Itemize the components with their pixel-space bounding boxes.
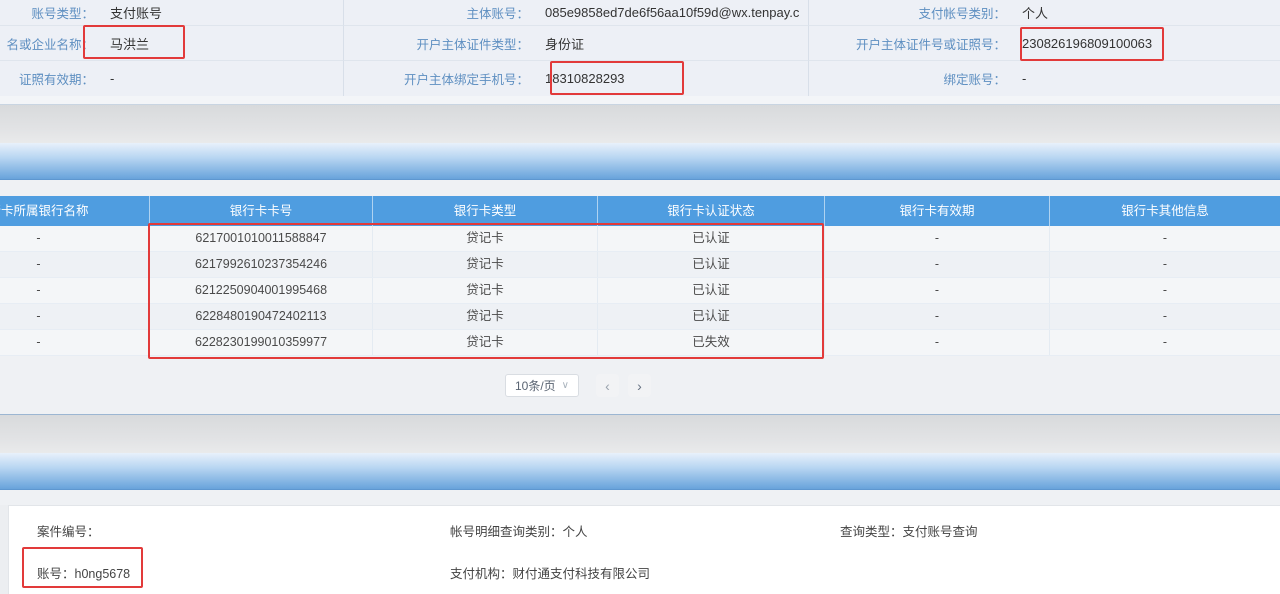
account-value: h0ng5678 bbox=[75, 567, 131, 581]
divider-band-blue-bottom bbox=[0, 453, 1280, 490]
table-header-auth-status: 银行卡认证状态 bbox=[598, 196, 825, 226]
payment-org-field: 支付机构：财付通支付科技有限公司 bbox=[450, 563, 650, 582]
account-info-form: 账号类型： 支付账号 主体账号： 085e9858ed7de6f56aa10f5… bbox=[0, 0, 1280, 96]
form-value-main-account: 085e9858ed7de6f56aa10f59d@wx.tenpay.c bbox=[535, 0, 808, 26]
table-cell: 6212250904001995468 bbox=[150, 278, 373, 303]
divider-band-gray-bottom bbox=[0, 414, 1280, 453]
table-cell: 贷记卡 bbox=[373, 304, 598, 329]
table-cell: - bbox=[825, 226, 1050, 251]
table-cell: 贷记卡 bbox=[373, 330, 598, 355]
table-cell: 贷记卡 bbox=[373, 252, 598, 277]
table-cell: 贷记卡 bbox=[373, 226, 598, 251]
table-cell: - bbox=[0, 278, 150, 303]
table-row: - 6228230199010359977 贷记卡 已失效 - - bbox=[0, 330, 1280, 356]
chevron-left-icon: ‹ bbox=[605, 378, 610, 394]
form-label-pay-account-class: 支付帐号类别： bbox=[808, 0, 1012, 26]
form-label-cert-validity: 证照有效期： bbox=[0, 61, 100, 96]
table-cell: 6228480190472402113 bbox=[150, 304, 373, 329]
table-cell: 6217992610237354246 bbox=[150, 252, 373, 277]
account-label: 账号： bbox=[37, 567, 75, 581]
divider-band-gray-top bbox=[0, 104, 1280, 143]
query-type-label: 查询类型： bbox=[840, 525, 903, 539]
table-header-row: 行卡所属银行名称 银行卡卡号 银行卡类型 银行卡认证状态 银行卡有效期 银行卡其… bbox=[0, 196, 1280, 226]
divider-band-blue-top bbox=[0, 143, 1280, 180]
form-value-cert-type: 身份证 bbox=[535, 26, 808, 61]
form-label-cert-type: 开户主体证件类型： bbox=[343, 26, 535, 61]
table-cell: 贷记卡 bbox=[373, 278, 598, 303]
table-cell: - bbox=[0, 252, 150, 277]
table-cell: 已认证 bbox=[598, 226, 825, 251]
table-cell: - bbox=[1050, 278, 1280, 303]
table-cell: 已失效 bbox=[598, 330, 825, 355]
table-header-card-number: 银行卡卡号 bbox=[150, 196, 373, 226]
form-value-pay-account-class: 个人 bbox=[1012, 0, 1280, 26]
form-value-cert-validity: - bbox=[100, 61, 343, 96]
form-label-account-type: 账号类型： bbox=[0, 0, 100, 26]
case-number-field: 案件编号： bbox=[37, 521, 100, 540]
prev-page-button[interactable]: ‹ bbox=[596, 374, 619, 397]
table-cell: - bbox=[0, 330, 150, 355]
form-label-main-account: 主体账号： bbox=[343, 0, 535, 26]
detail-query-type-label: 帐号明细查询类别： bbox=[450, 525, 563, 539]
detail-query-type-field: 帐号明细查询类别：个人 bbox=[450, 521, 588, 540]
form-value-cert-no: 230826196809100063 bbox=[1012, 26, 1280, 61]
table-row: - 6228480190472402113 贷记卡 已认证 - - bbox=[0, 304, 1280, 330]
form-value-bound-account: - bbox=[1012, 61, 1280, 96]
table-cell: 已认证 bbox=[598, 278, 825, 303]
page-size-label: 10条/页 bbox=[515, 377, 556, 394]
form-value-name: 马洪兰 bbox=[100, 26, 343, 61]
table-header-bank-name: 行卡所属银行名称 bbox=[0, 196, 150, 226]
table-row: - 6212250904001995468 贷记卡 已认证 - - bbox=[0, 278, 1280, 304]
table-cell: - bbox=[1050, 330, 1280, 355]
table-cell: - bbox=[0, 226, 150, 251]
table-cell: - bbox=[825, 252, 1050, 277]
table-cell: 已认证 bbox=[598, 252, 825, 277]
table-header-card-type: 银行卡类型 bbox=[373, 196, 598, 226]
form-label-name: 名或企业名称： bbox=[0, 26, 100, 61]
detail-query-type-value: 个人 bbox=[563, 525, 588, 539]
table-cell: 6217001010011588847 bbox=[150, 226, 373, 251]
payment-org-label: 支付机构： bbox=[450, 567, 513, 581]
payment-org-value: 财付通支付科技有限公司 bbox=[513, 567, 651, 581]
table-row: - 6217992610237354246 贷记卡 已认证 - - bbox=[0, 252, 1280, 278]
next-page-button[interactable]: › bbox=[628, 374, 651, 397]
bank-card-table: 行卡所属银行名称 银行卡卡号 银行卡类型 银行卡认证状态 银行卡有效期 银行卡其… bbox=[0, 196, 1280, 356]
table-header-validity: 银行卡有效期 bbox=[825, 196, 1050, 226]
table-cell: - bbox=[1050, 304, 1280, 329]
form-label-bound-phone: 开户主体绑定手机号： bbox=[343, 61, 535, 96]
form-label-bound-account: 绑定账号： bbox=[808, 61, 1012, 96]
table-cell: 6228230199010359977 bbox=[150, 330, 373, 355]
chevron-down-icon: ∨ bbox=[562, 381, 569, 391]
table-header-other-info: 银行卡其他信息 bbox=[1050, 196, 1280, 226]
case-number-label: 案件编号： bbox=[37, 525, 100, 539]
table-row: - 6217001010011588847 贷记卡 已认证 - - bbox=[0, 226, 1280, 252]
table-cell: - bbox=[0, 304, 150, 329]
table-cell: - bbox=[825, 278, 1050, 303]
table-cell: - bbox=[825, 304, 1050, 329]
table-cell: 已认证 bbox=[598, 304, 825, 329]
form-bottom-strip bbox=[0, 96, 1280, 104]
form-value-bound-phone: 18310828293 bbox=[535, 61, 808, 96]
form-label-cert-no: 开户主体证件号或证照号： bbox=[808, 26, 1012, 61]
query-type-field: 查询类型：支付账号查询 bbox=[840, 521, 978, 540]
form-value-account-type: 支付账号 bbox=[100, 0, 343, 26]
page-size-select[interactable]: 10条/页 ∨ bbox=[505, 374, 579, 397]
chevron-right-icon: › bbox=[637, 378, 642, 394]
table-cell: - bbox=[1050, 252, 1280, 277]
table-cell: - bbox=[825, 330, 1050, 355]
table-cell: - bbox=[1050, 226, 1280, 251]
account-field: 账号：h0ng5678 bbox=[37, 563, 130, 582]
query-type-value: 支付账号查询 bbox=[903, 525, 978, 539]
